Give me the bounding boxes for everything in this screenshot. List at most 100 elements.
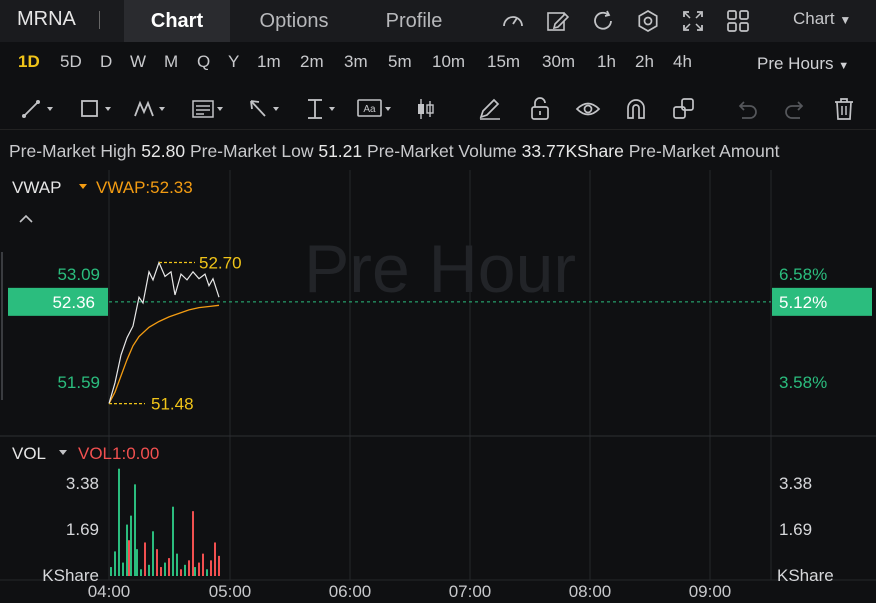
- measure-tool-icon[interactable]: [302, 96, 338, 122]
- volume-bar: [194, 567, 196, 576]
- collapse-chevron-icon[interactable]: [19, 214, 33, 223]
- premarket-volume-label: Pre-Market Volume: [367, 141, 517, 161]
- timeframe-5m[interactable]: 5m: [388, 52, 412, 72]
- timeframe-30m[interactable]: 30m: [542, 52, 575, 72]
- caret-down-icon[interactable]: [79, 184, 87, 189]
- price-axis-right-label: 3.58%: [779, 373, 827, 392]
- redo-icon[interactable]: [782, 96, 818, 122]
- indicator-value: VWAP:52.33: [96, 178, 193, 197]
- trendline-tool-icon[interactable]: [20, 96, 56, 122]
- trash-icon[interactable]: [832, 96, 868, 122]
- timeframe-15m[interactable]: 15m: [487, 52, 520, 72]
- tab-chart[interactable]: Chart: [124, 0, 230, 42]
- eye-icon[interactable]: [575, 96, 611, 122]
- price-axis-left-label: 51.59: [57, 373, 100, 392]
- volume-label[interactable]: VOL: [12, 444, 46, 463]
- premarket-low-label: Pre-Market Low: [189, 141, 314, 161]
- tab-options[interactable]: Options: [240, 0, 348, 42]
- volume-bar: [202, 553, 204, 576]
- premarket-volume-value: 33.77KShare: [521, 141, 624, 161]
- timeframe-2h[interactable]: 2h: [635, 52, 654, 72]
- x-axis-tick: 08:00: [569, 582, 612, 601]
- brush-icon[interactable]: [476, 96, 512, 122]
- volume-bar: [148, 564, 150, 576]
- high-marker-label: 52.70: [199, 254, 242, 273]
- settings-icon[interactable]: [635, 8, 661, 34]
- drawing-toolbar: Aa: [0, 88, 876, 130]
- session-dropdown[interactable]: Pre Hours ▼: [757, 54, 849, 74]
- timeframe-2m[interactable]: 2m: [300, 52, 324, 72]
- candle-tool-icon[interactable]: [412, 96, 448, 122]
- volume-axis-right-unit: KShare: [777, 566, 834, 585]
- price-line: [108, 260, 220, 404]
- magnet-icon[interactable]: [623, 96, 659, 122]
- premarket-stats: Pre-Market High 52.80 Pre-Market Low 51.…: [9, 141, 779, 162]
- timeframe-bar: 1D 5D D W M Q Y 1m 2m 3m 5m 10m 15m 30m …: [0, 42, 876, 86]
- volume-bar: [184, 564, 186, 576]
- volume-bar: [172, 506, 174, 576]
- premarket-low-value: 51.21: [318, 141, 363, 161]
- volume-axis-left-label: 3.38: [66, 474, 99, 493]
- volume-bar: [210, 560, 212, 576]
- rectangle-tool-icon[interactable]: [78, 96, 114, 122]
- volume-bars: [110, 468, 220, 576]
- volume-bar: [180, 569, 182, 576]
- layers-icon[interactable]: [671, 96, 707, 122]
- caret-down-icon: ▼: [838, 60, 850, 72]
- timeframe-y[interactable]: Y: [228, 52, 239, 72]
- caret-down-icon: ▼: [839, 13, 852, 27]
- grid-icon[interactable]: [725, 8, 751, 34]
- chart-type-label: Chart: [793, 9, 835, 28]
- low-marker-label: 51.48: [151, 395, 194, 414]
- watermark: Pre Hour: [304, 231, 576, 307]
- current-price-value: 52.36: [52, 293, 95, 312]
- price-chart[interactable]: Pre Hour VWAP VWAP:52.33 53.09 51.59 6.5…: [0, 170, 876, 603]
- lock-icon[interactable]: [527, 96, 563, 122]
- timeframe-1h[interactable]: 1h: [597, 52, 616, 72]
- timeframe-1m[interactable]: 1m: [257, 52, 281, 72]
- timeframe-4h[interactable]: 4h: [673, 52, 692, 72]
- undo-icon[interactable]: [734, 96, 770, 122]
- ticker-symbol[interactable]: MRNA: [17, 8, 76, 31]
- price-axis-left-label: 53.09: [57, 265, 100, 284]
- fullscreen-icon[interactable]: [680, 8, 706, 34]
- volume-bar: [130, 515, 132, 576]
- x-axis-tick: 04:00: [88, 582, 131, 601]
- edit-icon[interactable]: [545, 8, 571, 34]
- session-label: Pre Hours: [757, 54, 834, 73]
- tab-profile[interactable]: Profile: [366, 0, 462, 42]
- premarket-high-label: Pre-Market High: [9, 141, 137, 161]
- chart-type-dropdown[interactable]: Chart ▼: [793, 9, 851, 29]
- volume-bar: [140, 569, 142, 576]
- timeframe-w[interactable]: W: [130, 52, 146, 72]
- gauge-icon[interactable]: [500, 8, 526, 34]
- volume-bar: [126, 524, 128, 576]
- volume-bar: [176, 553, 178, 576]
- volume-bar: [156, 549, 158, 576]
- volume-bar: [152, 531, 154, 576]
- timeframe-3m[interactable]: 3m: [344, 52, 368, 72]
- x-axis-tick: 09:00: [689, 582, 732, 601]
- timeframe-m[interactable]: M: [164, 52, 178, 72]
- timeframe-5d[interactable]: 5D: [60, 52, 82, 72]
- timeframe-q[interactable]: Q: [197, 52, 210, 72]
- pattern-tool-icon[interactable]: [132, 96, 168, 122]
- volume-bar: [192, 511, 194, 576]
- fib-tool-icon[interactable]: [190, 96, 226, 122]
- text-tool-icon[interactable]: Aa: [356, 96, 392, 122]
- volume-bar: [160, 567, 162, 576]
- volume-bar: [122, 562, 124, 576]
- volume-bar: [206, 569, 208, 576]
- timeframe-10m[interactable]: 10m: [432, 52, 465, 72]
- refresh-icon[interactable]: [590, 8, 616, 34]
- indicator-label[interactable]: VWAP: [12, 178, 61, 197]
- volume-axis-left-label: 1.69: [66, 520, 99, 539]
- timeframe-1d[interactable]: 1D: [18, 52, 40, 72]
- volume-bar: [136, 549, 138, 576]
- caret-down-icon[interactable]: [59, 450, 67, 455]
- divider: [99, 11, 100, 29]
- volume-bar: [198, 562, 200, 576]
- volume-bar: [168, 558, 170, 576]
- timeframe-d[interactable]: D: [100, 52, 112, 72]
- arrow-tool-icon[interactable]: [246, 96, 282, 122]
